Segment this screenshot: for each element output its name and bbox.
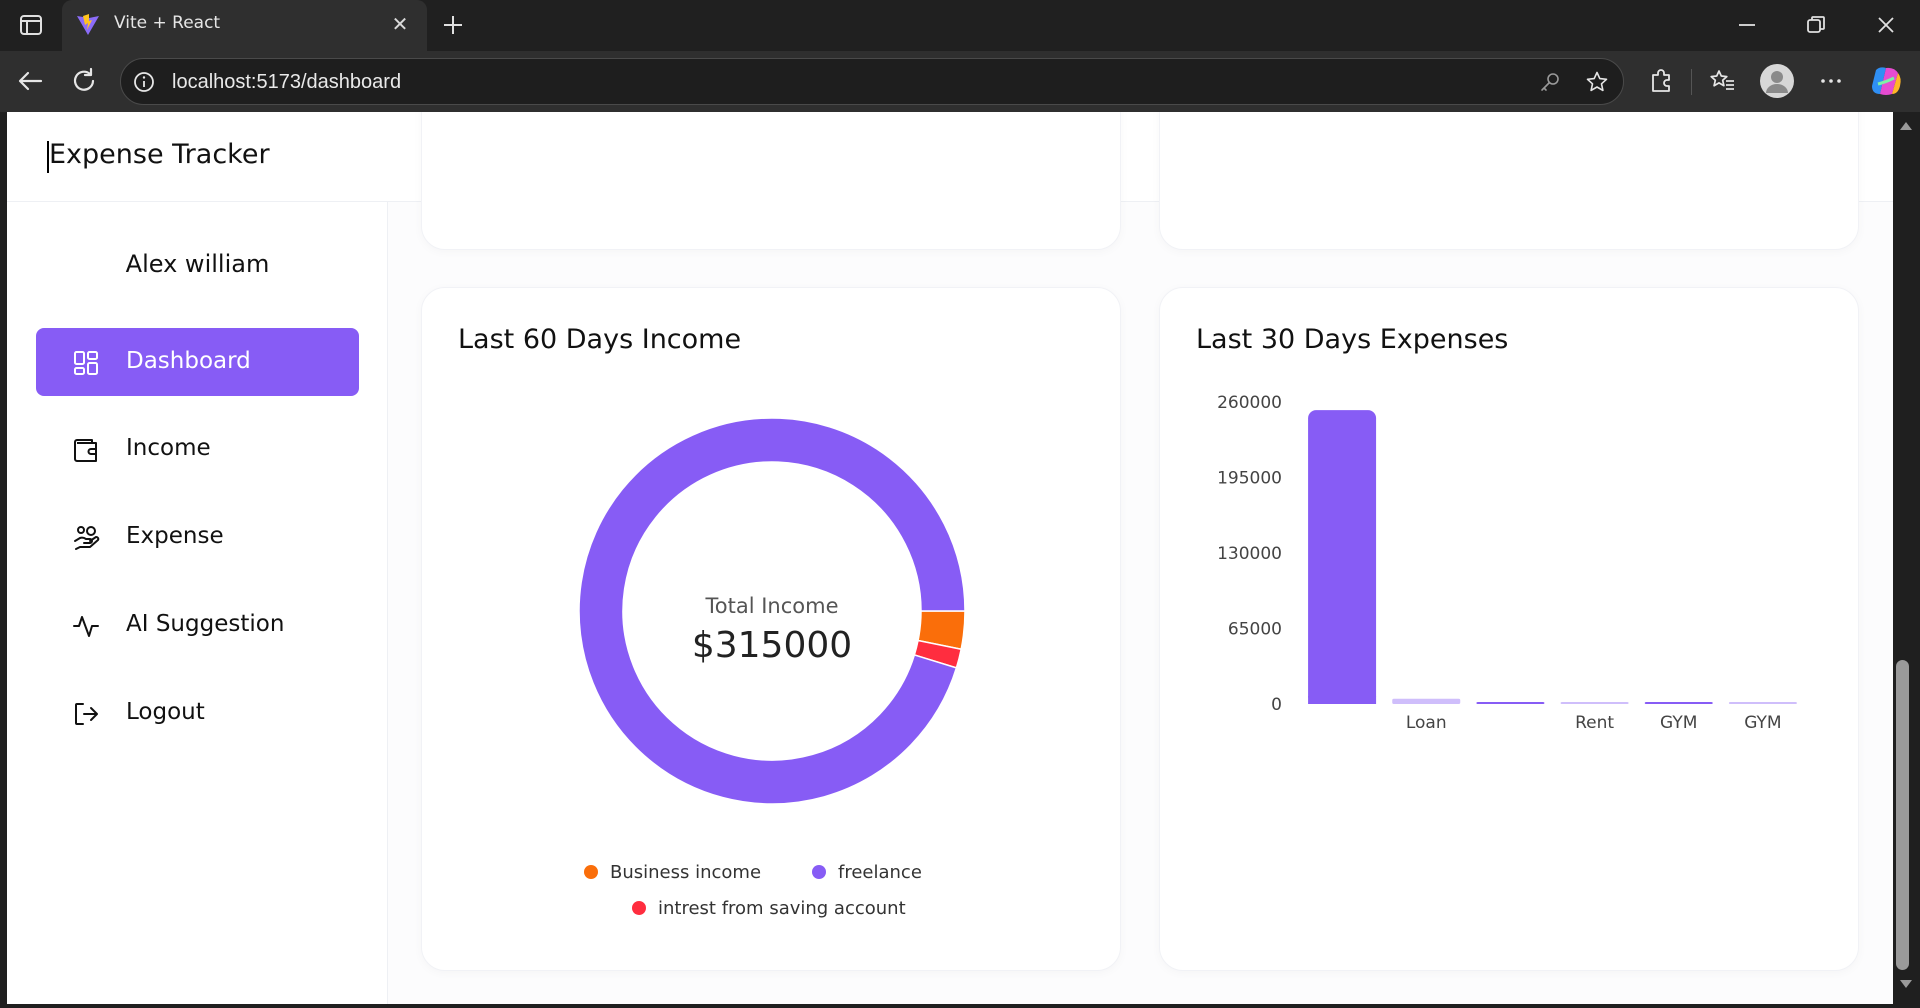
- expense-card-title: Last 30 Days Expenses: [1196, 324, 1509, 355]
- y-tick-label: 130000: [1217, 544, 1282, 564]
- sidebar: Alex william Dashboard Income Expense AI…: [7, 202, 388, 1004]
- site-info-icon[interactable]: [133, 71, 155, 93]
- sidebar-toggle-icon[interactable]: [18, 12, 44, 38]
- legend-label: Business income: [610, 862, 762, 883]
- expense-bar-base: [1308, 696, 1377, 704]
- logout-icon: [75, 703, 98, 725]
- key-icon[interactable]: [1539, 71, 1561, 93]
- expense-bar[interactable]: [1392, 698, 1461, 704]
- app-page: Expense Tracker Alex william Dashboard I…: [7, 112, 1893, 1004]
- income-card-title: Last 60 Days Income: [458, 324, 742, 355]
- y-tick-label: 260000: [1217, 393, 1282, 413]
- browser-titlebar: Vite + React ✕: [0, 0, 1920, 51]
- expense-bar[interactable]: [1476, 702, 1545, 704]
- favorites-icon[interactable]: [1707, 66, 1737, 96]
- favorite-star-icon[interactable]: [1585, 70, 1609, 94]
- back-arrow-icon[interactable]: [14, 65, 46, 97]
- summary-card-right: [1159, 112, 1859, 250]
- browser-tab[interactable]: Vite + React ✕: [62, 0, 427, 51]
- total-income-label: Total Income: [705, 594, 839, 618]
- expense-bar[interactable]: [1560, 702, 1629, 704]
- legend-label: freelance: [838, 862, 922, 883]
- y-tick-label: 65000: [1228, 620, 1282, 640]
- sidebar-item-label: Expense: [126, 523, 224, 549]
- user-name: Alex william: [125, 250, 270, 278]
- vite-logo-icon: [77, 14, 99, 35]
- close-window-icon[interactable]: [1873, 12, 1899, 38]
- activity-pulse-icon: [73, 616, 99, 637]
- legend-item: Business income: [584, 862, 761, 883]
- x-tick-label: GYM: [1744, 713, 1781, 733]
- sidebar-item-logout[interactable]: Logout: [36, 679, 359, 747]
- x-tick-label: Rent: [1575, 713, 1614, 733]
- sidebar-item-label: AI Suggestion: [126, 611, 285, 637]
- x-tick-label: Loan: [1406, 713, 1447, 733]
- address-bar[interactable]: localhost:5173/dashboard: [120, 58, 1624, 105]
- expense-bar[interactable]: [1644, 702, 1713, 704]
- summary-card-left: [421, 112, 1121, 250]
- x-tick-label: GYM: [1660, 713, 1697, 733]
- more-options-icon[interactable]: [1816, 66, 1846, 96]
- total-income-value: $315000: [691, 625, 853, 666]
- hand-coins-icon: [74, 526, 100, 550]
- browser-toolbar: localhost:5173/dashboard: [0, 51, 1920, 112]
- sidebar-item-dashboard[interactable]: Dashboard: [36, 328, 359, 396]
- app-brand-title: Expense Tracker: [49, 139, 270, 170]
- sidebar-item-ai-suggestion[interactable]: AI Suggestion: [36, 591, 359, 659]
- y-tick-label: 195000: [1217, 469, 1282, 489]
- sidebar-item-expense[interactable]: Expense: [36, 503, 359, 571]
- legend-label: intrest from saving account: [658, 898, 906, 919]
- sidebar-item-label: Income: [126, 435, 211, 461]
- tab-close-icon[interactable]: ✕: [387, 11, 413, 37]
- legend-dot-business: [584, 865, 598, 879]
- legend-dot-freelance: [812, 865, 826, 879]
- scrollbar-thumb[interactable]: [1896, 660, 1909, 970]
- expense-bar[interactable]: [1728, 702, 1797, 704]
- income-chart-card: Last 60 Days Income Total Income $315000…: [421, 287, 1121, 971]
- restore-icon[interactable]: [1803, 12, 1829, 38]
- reload-icon[interactable]: [68, 65, 100, 97]
- scroll-up-arrow-icon[interactable]: [1899, 120, 1913, 132]
- legend-item: freelance: [812, 862, 922, 883]
- expense-bar-chart: 0 65000 130000 195000 260000 Loan Rent GYM GYM: [1217, 393, 1797, 733]
- minimize-icon[interactable]: [1734, 12, 1760, 38]
- scroll-down-arrow-icon[interactable]: [1899, 978, 1913, 990]
- toolbar-divider: [1691, 69, 1692, 95]
- expense-bar[interactable]: [1308, 410, 1377, 704]
- new-tab-icon[interactable]: [440, 12, 466, 38]
- expense-chart-card: Last 30 Days Expenses 0 65000 130000 195000…: [1159, 287, 1859, 971]
- sidebar-item-label: Logout: [126, 699, 205, 725]
- y-tick-label: 0: [1271, 695, 1282, 715]
- legend-item: intrest from saving account: [632, 898, 906, 919]
- profile-avatar-icon[interactable]: [1760, 64, 1794, 98]
- copilot-icon[interactable]: [1868, 64, 1904, 98]
- extensions-puzzle-icon[interactable]: [1646, 66, 1676, 96]
- sidebar-item-label: Dashboard: [126, 348, 251, 374]
- tab-title: Vite + React: [114, 13, 221, 33]
- url-text: localhost:5173/dashboard: [172, 71, 402, 93]
- legend-dot-interest: [632, 901, 646, 915]
- sidebar-item-income[interactable]: Income: [36, 415, 359, 483]
- wallet-icon: [74, 439, 97, 462]
- dashboard-grid-icon: [74, 351, 98, 375]
